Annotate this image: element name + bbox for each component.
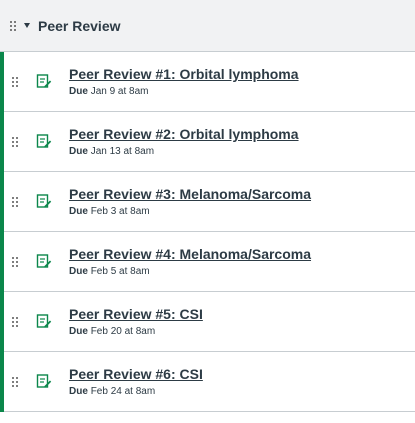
drag-handle-icon[interactable]: [12, 257, 18, 267]
due-date: Jan 13 at 8am: [90, 146, 155, 157]
drag-handle-icon[interactable]: [12, 377, 18, 387]
due-date: Feb 5 at 8am: [90, 266, 150, 277]
drag-handle-icon[interactable]: [10, 20, 16, 31]
module-item: Peer Review #5: CSI Due Feb 20 at 8am: [4, 292, 415, 352]
due-date: Feb 20 at 8am: [90, 326, 156, 337]
item-due: Due Feb 3 at 8am: [69, 205, 311, 218]
caret-down-icon[interactable]: [24, 23, 30, 28]
due-label: Due: [69, 146, 88, 157]
item-text: Peer Review #4: Melanoma/Sarcoma Due Feb…: [69, 245, 311, 278]
item-title-link[interactable]: Peer Review #1: Orbital lymphoma: [69, 65, 299, 83]
due-label: Due: [69, 206, 88, 217]
item-title-link[interactable]: Peer Review #5: CSI: [69, 305, 203, 323]
item-text: Peer Review #1: Orbital lymphoma Due Jan…: [69, 65, 299, 98]
drag-handle-icon[interactable]: [12, 137, 18, 147]
module-header[interactable]: Peer Review: [0, 0, 415, 52]
due-label: Due: [69, 326, 88, 337]
module-item: Peer Review #2: Orbital lymphoma Due Jan…: [4, 112, 415, 172]
module-item: Peer Review #4: Melanoma/Sarcoma Due Feb…: [4, 232, 415, 292]
item-text: Peer Review #3: Melanoma/Sarcoma Due Feb…: [69, 185, 311, 218]
assignment-icon: [36, 194, 52, 208]
due-label: Due: [69, 266, 88, 277]
item-due: Due Jan 9 at 8am: [69, 85, 299, 98]
item-text: Peer Review #2: Orbital lymphoma Due Jan…: [69, 125, 299, 158]
assignment-icon: [36, 74, 52, 88]
item-title-link[interactable]: Peer Review #3: Melanoma/Sarcoma: [69, 185, 311, 203]
assignment-icon: [36, 254, 52, 268]
item-due: Due Jan 13 at 8am: [69, 145, 299, 158]
item-title-link[interactable]: Peer Review #2: Orbital lymphoma: [69, 125, 299, 143]
module-peer-review: Peer Review Peer Review #1: Orbital lymp…: [0, 0, 415, 412]
drag-handle-icon[interactable]: [12, 317, 18, 327]
due-date: Feb 24 at 8am: [90, 386, 156, 397]
module-items: Peer Review #1: Orbital lymphoma Due Jan…: [0, 52, 415, 412]
item-title-link[interactable]: Peer Review #6: CSI: [69, 365, 203, 383]
due-date: Feb 3 at 8am: [90, 206, 150, 217]
module-item: Peer Review #1: Orbital lymphoma Due Jan…: [4, 52, 415, 112]
item-due: Due Feb 5 at 8am: [69, 265, 311, 278]
module-item: Peer Review #6: CSI Due Feb 24 at 8am: [4, 352, 415, 412]
drag-handle-icon[interactable]: [12, 77, 18, 87]
due-date: Jan 9 at 8am: [90, 86, 149, 97]
module-item: Peer Review #3: Melanoma/Sarcoma Due Feb…: [4, 172, 415, 232]
item-text: Peer Review #5: CSI Due Feb 20 at 8am: [69, 305, 203, 338]
drag-handle-icon[interactable]: [12, 197, 18, 207]
item-text: Peer Review #6: CSI Due Feb 24 at 8am: [69, 365, 203, 398]
assignment-icon: [36, 134, 52, 148]
assignment-icon: [36, 374, 52, 388]
item-due: Due Feb 20 at 8am: [69, 325, 203, 338]
module-title: Peer Review: [38, 17, 121, 34]
due-label: Due: [69, 86, 88, 97]
item-due: Due Feb 24 at 8am: [69, 385, 203, 398]
assignment-icon: [36, 314, 52, 328]
due-label: Due: [69, 386, 88, 397]
item-title-link[interactable]: Peer Review #4: Melanoma/Sarcoma: [69, 245, 311, 263]
